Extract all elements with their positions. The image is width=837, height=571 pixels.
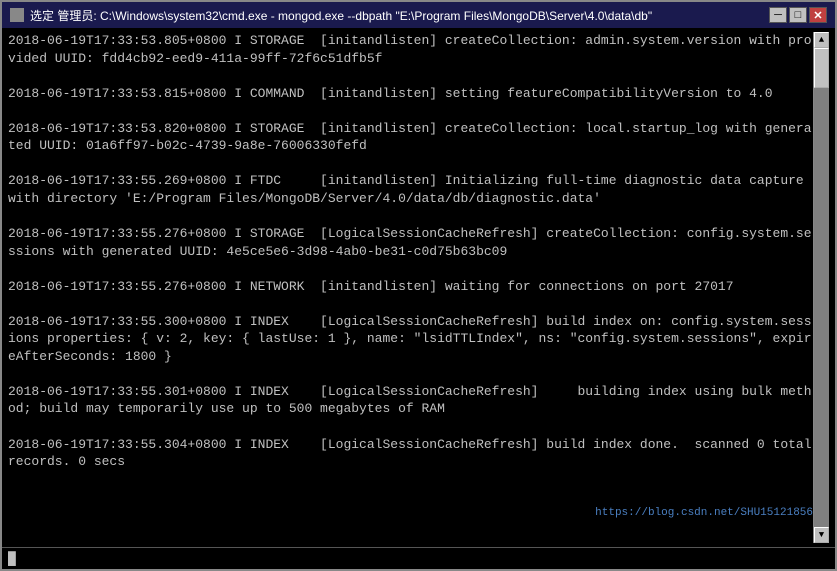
cursor-icon: █	[8, 551, 16, 566]
maximize-button[interactable]: □	[789, 7, 807, 23]
bottom-bar: █	[2, 547, 835, 569]
log-line: 2018-06-19T17:33:55.276+0800 I STORAGE […	[8, 225, 813, 260]
log-line: 2018-06-19T17:33:55.269+0800 I FTDC [ini…	[8, 172, 813, 207]
log-line: 2018-06-19T17:33:55.301+0800 I INDEX [Lo…	[8, 383, 813, 418]
title-bar-title: 选定 管理员: C:\Windows\system32\cmd.exe - mo…	[30, 7, 652, 24]
scrollbar-track	[814, 48, 829, 527]
title-bar: ■ 选定 管理员: C:\Windows\system32\cmd.exe - …	[2, 2, 835, 28]
log-line: 2018-06-19T17:33:55.300+0800 I INDEX [Lo…	[8, 313, 813, 366]
title-bar-controls: ─ □ ✕	[769, 7, 827, 23]
scroll-up-button[interactable]: ▲	[814, 32, 829, 48]
log-line: 2018-06-19T17:33:55.276+0800 I NETWORK […	[8, 278, 813, 296]
cursor-line: █	[8, 551, 16, 566]
log-line: 2018-06-19T17:33:53.805+0800 I STORAGE […	[8, 32, 813, 67]
watermark: https://blog.csdn.net/SHU15121856	[595, 507, 813, 519]
log-line: 2018-06-19T17:33:53.820+0800 I STORAGE […	[8, 120, 813, 155]
minimize-button[interactable]: ─	[769, 7, 787, 23]
title-bar-left: ■ 选定 管理员: C:\Windows\system32\cmd.exe - …	[10, 7, 652, 24]
scrollbar[interactable]: ▲ ▼	[813, 32, 829, 543]
scrollbar-thumb[interactable]	[814, 48, 829, 88]
console-body: 2018-06-19T17:33:53.805+0800 I STORAGE […	[2, 28, 835, 547]
window: ■ 选定 管理员: C:\Windows\system32\cmd.exe - …	[0, 0, 837, 571]
log-line: 2018-06-19T17:33:55.304+0800 I INDEX [Lo…	[8, 436, 813, 471]
close-button[interactable]: ✕	[809, 7, 827, 23]
window-icon: ■	[10, 8, 24, 22]
console-content: 2018-06-19T17:33:53.805+0800 I STORAGE […	[8, 32, 813, 543]
log-line: 2018-06-19T17:33:53.815+0800 I COMMAND […	[8, 85, 813, 103]
scroll-down-button[interactable]: ▼	[814, 527, 829, 543]
